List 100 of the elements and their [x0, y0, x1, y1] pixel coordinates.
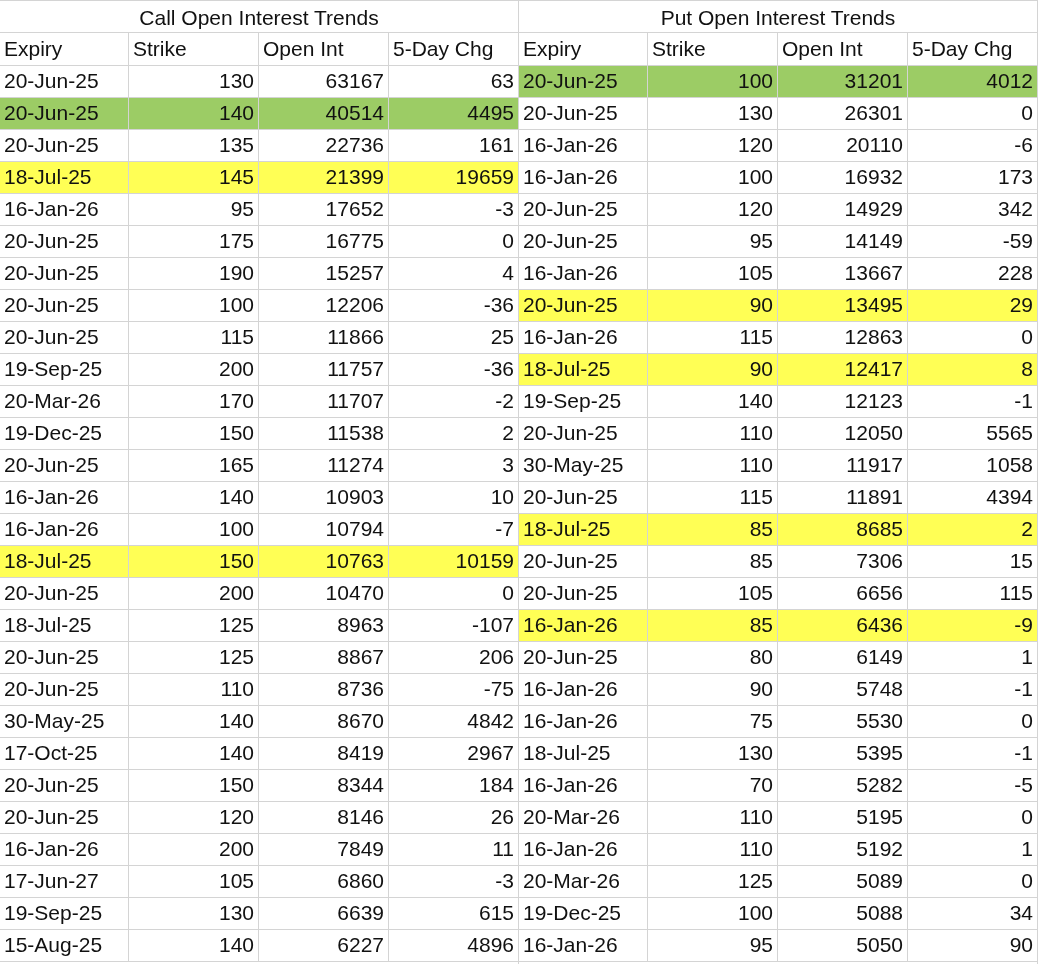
table-cell: 100 [648, 161, 778, 194]
table-cell: 19-Sep-25 [0, 897, 129, 930]
table-cell: 15257 [259, 257, 389, 290]
table-cell: 125 [129, 609, 259, 642]
table-cell: -9 [908, 609, 1037, 642]
table-cell: 20-Jun-25 [0, 289, 129, 322]
table-cell: 20-Jun-25 [519, 193, 648, 226]
table-cell: 20-Jun-25 [0, 257, 129, 290]
table-cell: 125 [129, 641, 259, 674]
column-header: 5-Day Chg [389, 33, 518, 66]
table-cell: -107 [389, 609, 518, 642]
table-title: Call Open Interest Trends [0, 0, 518, 33]
table-cell: 140 [129, 705, 259, 738]
table-cell: 20-Jun-25 [519, 65, 648, 98]
table-cell: 17652 [259, 193, 389, 226]
table-cell: 20-Jun-25 [519, 417, 648, 450]
table-cell: -3 [389, 193, 518, 226]
table-cell: 120 [129, 801, 259, 834]
table-cell: 20-Jun-25 [0, 641, 129, 674]
table-cell: 5088 [778, 897, 908, 930]
table-cell: 0 [389, 225, 518, 258]
table-cell: 173 [908, 161, 1037, 194]
table-cell: 70 [648, 769, 778, 802]
table-cell: 140 [129, 97, 259, 130]
table-cell: 8670 [259, 705, 389, 738]
table-cell: 5195 [778, 801, 908, 834]
table-cell: 145 [129, 161, 259, 194]
table-cell: 11866 [259, 321, 389, 354]
table-cell: 18-Jul-25 [519, 353, 648, 386]
table-cell: 110 [648, 833, 778, 866]
table-cell: 90 [648, 673, 778, 706]
table-cell: 26 [389, 801, 518, 834]
table-cell: 5282 [778, 769, 908, 802]
table-cell: 75 [648, 705, 778, 738]
table-cell: 130 [648, 97, 778, 130]
table-cell: 170 [129, 385, 259, 418]
table-cell: 140 [129, 481, 259, 514]
table-cell: 5748 [778, 673, 908, 706]
table-cell: 16-Jan-26 [519, 705, 648, 738]
table-cell: 90 [908, 929, 1037, 962]
table-cell: 5089 [778, 865, 908, 898]
table-cell: 11538 [259, 417, 389, 450]
table-cell: 105 [129, 865, 259, 898]
table-cell: 18-Jul-25 [519, 513, 648, 546]
table-cell: 8344 [259, 769, 389, 802]
table-cell: 1 [908, 641, 1037, 674]
table-cell: -75 [389, 673, 518, 706]
table-cell: 95 [648, 929, 778, 962]
table-cell: 20-Mar-26 [519, 865, 648, 898]
table-cell: 8146 [259, 801, 389, 834]
table-cell: 17-Jun-27 [0, 865, 129, 898]
table-cell: 40514 [259, 97, 389, 130]
table-cell: 20-Jun-25 [0, 321, 129, 354]
table-cell: -3 [389, 865, 518, 898]
table-cell: 20-Jun-25 [0, 769, 129, 802]
table-cell: 16-Jan-26 [519, 161, 648, 194]
table-cell: 20-Jun-25 [519, 641, 648, 674]
table-cell: 184 [389, 769, 518, 802]
table-cell: 16-Jan-26 [519, 833, 648, 866]
table-cell: 85 [648, 513, 778, 546]
table-cell: 190 [129, 257, 259, 290]
table-cell: 16932 [778, 161, 908, 194]
table-cell: 16-Jan-26 [0, 193, 129, 226]
table-cell: 30-May-25 [0, 705, 129, 738]
table-cell: 8736 [259, 673, 389, 706]
table-cell: 21399 [259, 161, 389, 194]
table-cell: 206 [389, 641, 518, 674]
table-cell: 90 [648, 353, 778, 386]
table-cell: 6227 [259, 929, 389, 962]
table-cell: 11917 [778, 449, 908, 482]
table-cell: 0 [389, 577, 518, 610]
table-cell: 29 [908, 289, 1037, 322]
table-cell: 18-Jul-25 [519, 737, 648, 770]
table-cell: 20-Jun-25 [519, 545, 648, 578]
table-cell: 95 [648, 225, 778, 258]
table-cell: 100 [129, 289, 259, 322]
table-cell: 16-Jan-26 [519, 609, 648, 642]
table-cell: 34 [908, 897, 1037, 930]
table-cell: 11274 [259, 449, 389, 482]
table-cell: 15-Aug-25 [0, 929, 129, 962]
table-cell: 6149 [778, 641, 908, 674]
table-cell: 12206 [259, 289, 389, 322]
table-cell: 16-Jan-26 [519, 673, 648, 706]
table-cell: 10159 [389, 545, 518, 578]
table-cell: 200 [129, 833, 259, 866]
table-cell: 13495 [778, 289, 908, 322]
table-cell: 12417 [778, 353, 908, 386]
table-cell: 3 [389, 449, 518, 482]
table-cell: 18-Jul-25 [0, 545, 129, 578]
table-cell: 12050 [778, 417, 908, 450]
table-cell: 150 [129, 769, 259, 802]
table-cell: 0 [908, 865, 1037, 898]
table-cell: 8419 [259, 737, 389, 770]
table-cell: 110 [129, 673, 259, 706]
table-cell: 25 [389, 321, 518, 354]
table-cell: 2 [908, 513, 1037, 546]
table-cell: 20-Jun-25 [0, 577, 129, 610]
table-cell: -5 [908, 769, 1037, 802]
table-cell: 8685 [778, 513, 908, 546]
table-cell: 19-Dec-25 [0, 417, 129, 450]
